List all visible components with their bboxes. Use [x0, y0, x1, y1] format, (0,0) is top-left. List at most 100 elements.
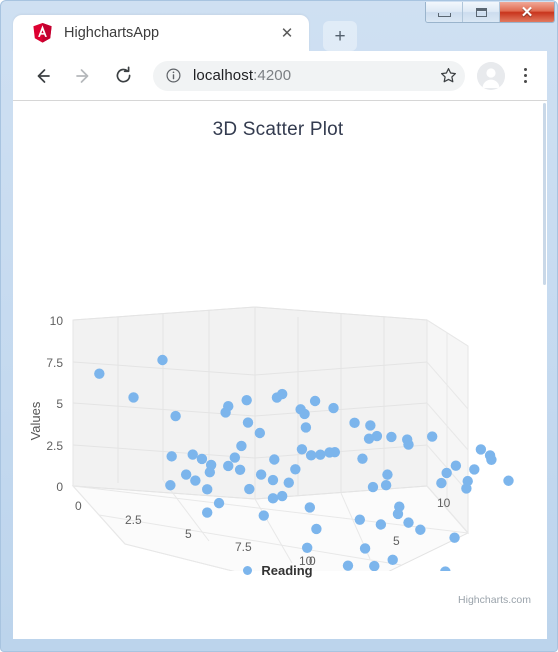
scatter-point[interactable] — [157, 354, 168, 366]
scatter-point[interactable] — [204, 467, 216, 478]
scatter-point[interactable] — [213, 497, 225, 509]
scatter-point[interactable] — [311, 523, 322, 535]
scatter-point[interactable] — [403, 439, 414, 450]
scatter-point[interactable] — [290, 464, 301, 475]
scatter-point[interactable] — [269, 454, 280, 465]
scatter-point[interactable] — [436, 477, 447, 489]
scatter-point[interactable] — [94, 368, 105, 379]
value-tick-10: 10 — [50, 314, 64, 328]
scatter-point[interactable] — [305, 450, 317, 461]
tab-highchartsapp[interactable]: HighchartsApp ✕ — [13, 15, 309, 51]
scatter-point[interactable] — [196, 453, 208, 465]
scatter-point[interactable] — [223, 460, 234, 472]
scatter-point[interactable] — [229, 452, 241, 463]
scatter-point[interactable] — [367, 481, 379, 493]
x-tick-5: 5 — [185, 527, 192, 541]
tab-close-icon[interactable]: ✕ — [279, 25, 295, 41]
scatter-point[interactable] — [357, 453, 368, 464]
highcharts-3d-scatter: 3D Scatter Plot 10 7.5 5 2.5 0 Values 0 … — [13, 101, 543, 611]
scatter-point[interactable] — [165, 480, 176, 491]
scatter-point[interactable] — [242, 417, 254, 428]
chart-canvas: 10 7.5 5 2.5 0 Values 0 2.5 5 7.5 10 0 5… — [28, 306, 514, 571]
scatter-point[interactable] — [202, 484, 213, 495]
scatter-point[interactable] — [328, 402, 339, 414]
scatter-point[interactable] — [441, 467, 452, 479]
scatter-point[interactable] — [386, 431, 397, 443]
menu-dot-icon — [523, 68, 527, 71]
scatter-point[interactable] — [449, 532, 460, 543]
scatter-point[interactable] — [254, 427, 266, 439]
value-tick-5: 5 — [56, 397, 63, 411]
scatter-point[interactable] — [283, 477, 294, 488]
scatter-point[interactable] — [244, 483, 255, 495]
scatter-point[interactable] — [276, 490, 288, 502]
scatter-point[interactable] — [403, 517, 414, 528]
scatter-point[interactable] — [241, 394, 252, 406]
site-info-icon[interactable] — [165, 68, 181, 84]
scatter-point[interactable] — [375, 519, 387, 530]
scatter-point[interactable] — [236, 440, 247, 452]
scatter-point[interactable] — [180, 469, 192, 480]
scatter-point[interactable] — [354, 514, 366, 525]
scrollbar-thumb[interactable] — [543, 103, 546, 285]
bookmark-star-icon[interactable] — [435, 63, 461, 89]
scatter-point[interactable] — [382, 469, 393, 480]
menu-dot-icon — [523, 74, 527, 77]
scatter-point[interactable] — [234, 464, 246, 475]
scatter-point[interactable] — [475, 444, 487, 455]
scatter-point[interactable] — [486, 454, 497, 465]
scatter-point[interactable] — [304, 502, 316, 513]
chart-legend[interactable]: Reading — [13, 563, 543, 578]
x-tick-2.5: 2.5 — [125, 513, 142, 527]
x-tick-7.5: 7.5 — [235, 540, 252, 554]
scatter-point[interactable] — [349, 417, 360, 429]
scatter-point[interactable] — [359, 543, 371, 554]
scatter-point[interactable] — [170, 410, 181, 422]
scatter-point[interactable] — [271, 392, 283, 403]
profile-avatar[interactable] — [477, 61, 505, 90]
scatter-point[interactable] — [267, 493, 279, 504]
value-tick-0: 0 — [56, 480, 63, 494]
scatter-point[interactable] — [426, 431, 438, 442]
back-arrow-icon — [37, 68, 50, 83]
scatter-point[interactable] — [380, 480, 392, 491]
scatter-point[interactable] — [415, 524, 426, 535]
scatter-point[interactable] — [301, 542, 313, 554]
scatter-point[interactable] — [190, 475, 201, 486]
menu-dot-icon — [523, 80, 527, 83]
scatter-point[interactable] — [363, 433, 375, 444]
scatter-point[interactable] — [255, 469, 267, 480]
chart-credits[interactable]: Highcharts.com — [458, 594, 531, 606]
scatter-point[interactable] — [220, 407, 231, 418]
scatter-point[interactable] — [450, 460, 462, 471]
scatter-point[interactable] — [324, 447, 335, 458]
legend-item-reading[interactable]: Reading — [261, 563, 312, 578]
scatter-point[interactable] — [258, 510, 269, 521]
scatter-point[interactable] — [128, 392, 139, 403]
scatter-point[interactable] — [296, 444, 308, 455]
browser-menu-button[interactable] — [511, 61, 539, 91]
tab-title: HighchartsApp — [64, 25, 160, 41]
scatter-point[interactable] — [300, 422, 312, 433]
url-host: localhost — [193, 67, 254, 84]
forward-button[interactable] — [67, 60, 99, 92]
scatter-point[interactable] — [299, 408, 310, 420]
page-scrollbar[interactable] — [543, 101, 547, 639]
scatter-point[interactable] — [315, 449, 326, 460]
scatter-point[interactable] — [166, 451, 177, 462]
new-tab-button[interactable]: + — [323, 21, 357, 51]
scatter-point[interactable] — [503, 475, 514, 486]
scatter-point[interactable] — [365, 420, 376, 431]
scatter-point[interactable] — [461, 483, 472, 494]
scatter-point[interactable] — [469, 464, 480, 475]
scatter-point[interactable] — [202, 507, 213, 518]
address-bar[interactable]: localhost:4200 — [153, 60, 465, 91]
tab-strip: HighchartsApp ✕ + — [1, 15, 557, 51]
back-button[interactable] — [27, 60, 59, 92]
scatter-point[interactable] — [267, 474, 279, 486]
scatter-point[interactable] — [309, 395, 321, 407]
scatter-point[interactable] — [392, 508, 404, 520]
x-tick-0: 0 — [75, 499, 82, 513]
scatter-point[interactable] — [187, 449, 198, 460]
reload-button[interactable] — [107, 60, 139, 92]
